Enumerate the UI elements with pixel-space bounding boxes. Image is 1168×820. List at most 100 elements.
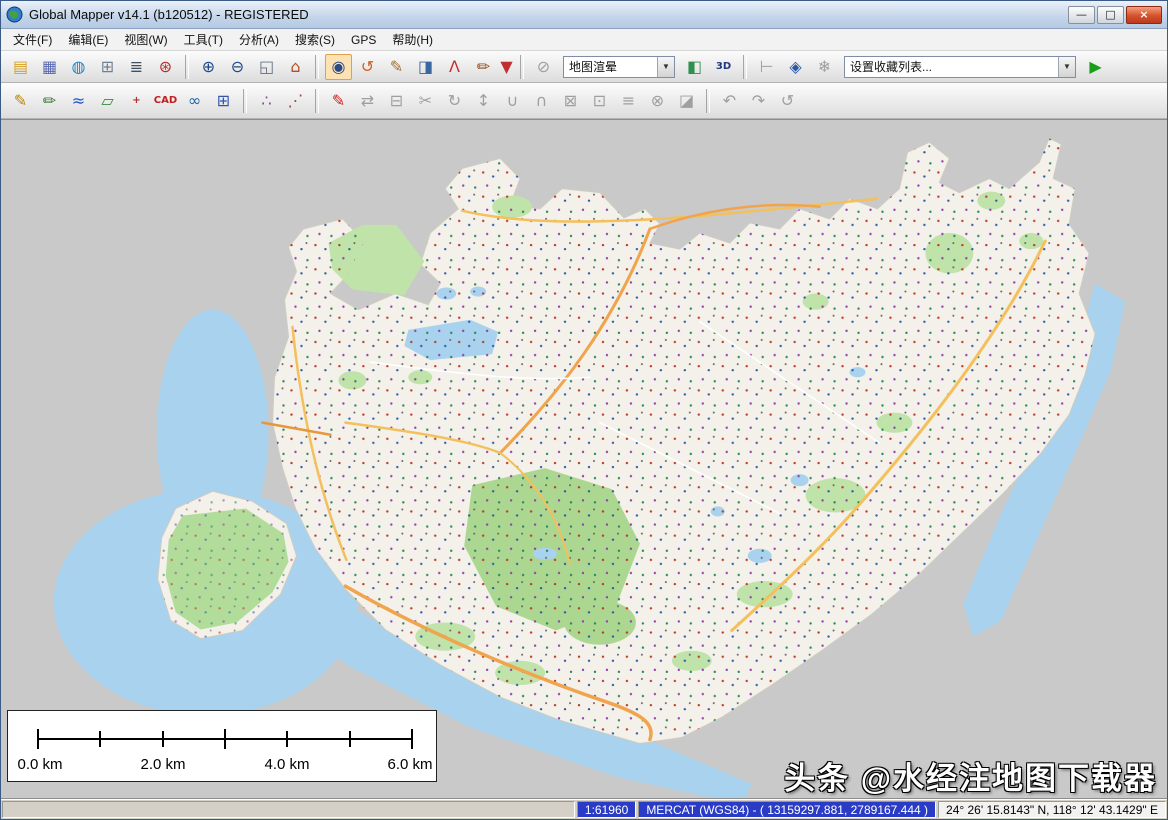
terrain-profile-button[interactable]: ⊢ xyxy=(753,54,780,80)
repeat-digitize-icon: ↺ xyxy=(780,90,795,110)
repeat-digitize-button[interactable]: ↺ xyxy=(774,88,801,114)
view-3d-button[interactable]: 3D xyxy=(710,54,737,80)
create-grid-button[interactable]: ⊞ xyxy=(210,88,237,114)
rotate-feature-icon: ↻ xyxy=(447,90,462,110)
copy-feature-button[interactable]: ⊟ xyxy=(383,88,410,114)
configuration-button[interactable]: ⊛ xyxy=(152,54,179,80)
zoom-window-button[interactable]: ◱ xyxy=(253,54,280,80)
status-message-segment xyxy=(2,801,575,818)
delete-feature-button[interactable]: ⊗ xyxy=(644,88,671,114)
sketch-tool-button[interactable]: ✎ xyxy=(325,88,352,114)
intersect-areas-button[interactable]: ∩ xyxy=(528,88,555,114)
status-bar: 1:61960 MERCAT (WGS84) - ( 13159297.881,… xyxy=(1,799,1167,819)
pan-tool-icon: ↺ xyxy=(360,56,375,76)
menu-item-edit[interactable]: 编辑(E) xyxy=(60,28,116,51)
combine-areas-button[interactable]: ∪ xyxy=(499,88,526,114)
overlay-control-center-button[interactable]: ≣ xyxy=(123,54,150,80)
menu-item-help[interactable]: 帮助(H) xyxy=(384,28,441,51)
toolbar-separator xyxy=(743,54,747,79)
shader-combo-value: 地图渲晕 xyxy=(569,60,618,74)
pan-tool-button[interactable]: ↺ xyxy=(354,54,381,80)
open-file-icon: ▤ xyxy=(12,56,29,76)
chevron-down-icon[interactable]: ▼ xyxy=(657,56,674,77)
menu-item-gps[interactable]: GPS xyxy=(343,30,384,50)
full-extent-button[interactable]: ⌂ xyxy=(282,54,309,80)
scale-feature-button[interactable]: ↕ xyxy=(470,88,497,114)
menu-item-analysis[interactable]: 分析(A) xyxy=(231,28,287,51)
window-title: Global Mapper v14.1 (b120512) - REGISTER… xyxy=(29,7,309,22)
fly-through-icon: ◈ xyxy=(789,56,802,76)
application-window: Global Mapper v14.1 (b120512) - REGISTER… xyxy=(0,0,1168,820)
more-tools-dropdown-icon: ▼ xyxy=(500,56,513,76)
scale-label-0: 0.0 km xyxy=(17,756,62,773)
rotate-feature-button[interactable]: ↻ xyxy=(441,88,468,114)
intersect-areas-icon: ∩ xyxy=(535,90,548,110)
menu-item-tools[interactable]: 工具(T) xyxy=(176,28,231,51)
shader-options-icon: ◧ xyxy=(686,56,703,76)
create-line-feature-button[interactable]: ≈ xyxy=(65,88,92,114)
create-area-feature-button[interactable]: ▱ xyxy=(94,88,121,114)
measure-tool-button[interactable]: ✎ xyxy=(383,54,410,80)
online-data-button[interactable]: ◍ xyxy=(65,54,92,80)
crop-areas-button[interactable]: ⊠ xyxy=(557,88,584,114)
chevron-down-icon[interactable]: ▼ xyxy=(1058,56,1075,77)
zoom-in-button[interactable]: ⊕ xyxy=(195,54,222,80)
gps-tracking-button[interactable]: ⊘ xyxy=(530,54,557,80)
cut-feature-button[interactable]: ✂ xyxy=(412,88,439,114)
shader-options-button[interactable]: ◧ xyxy=(681,54,708,80)
create-buffer-button[interactable]: ∞ xyxy=(181,88,208,114)
path-profile-tool-button[interactable]: Λ xyxy=(441,54,468,80)
save-workspace-button[interactable]: ▦ xyxy=(36,54,63,80)
online-data-icon: ◍ xyxy=(71,56,86,76)
edit-attributes-button[interactable]: ≡ xyxy=(615,88,642,114)
vertex-tools-button[interactable]: ◪ xyxy=(673,88,700,114)
apply-favorite-icon: ▶ xyxy=(1089,56,1102,76)
menu-item-search[interactable]: 搜索(S) xyxy=(287,28,343,51)
status-scale: 1:61960 xyxy=(576,801,637,818)
title-bar: Global Mapper v14.1 (b120512) - REGISTER… xyxy=(1,1,1167,29)
close-button[interactable]: × xyxy=(1126,5,1162,24)
favorites-combo[interactable]: 设置收藏列表... ▼ xyxy=(844,55,1076,78)
create-point-feature-button[interactable]: + xyxy=(123,88,150,114)
edit-vertices-button[interactable]: ✏ xyxy=(36,88,63,114)
digitizer-select-button[interactable]: ✎ xyxy=(7,88,34,114)
overlay-control-center-icon: ≣ xyxy=(129,56,144,76)
create-line-from-vertices-button[interactable]: ⋰ xyxy=(282,88,309,114)
toolbar-separator xyxy=(520,54,524,79)
move-feature-button[interactable]: ⇄ xyxy=(354,88,381,114)
menu-item-view[interactable]: 视图(W) xyxy=(116,28,175,51)
menu-item-file[interactable]: 文件(F) xyxy=(5,28,60,51)
map-canvas[interactable]: 0.0 km 2.0 km 4.0 km 6.0 km 头条 @水经注地图下载器 xyxy=(1,119,1167,799)
toolbar-separator xyxy=(706,88,710,113)
freeze-display-button[interactable]: ❄ xyxy=(811,54,838,80)
snap-vertex-button[interactable]: ⊡ xyxy=(586,88,613,114)
feature-info-tool-icon: ◨ xyxy=(417,56,434,76)
redo-digitize-icon: ↷ xyxy=(751,90,766,110)
create-cad-feature-button[interactable]: CAD xyxy=(152,88,179,114)
create-points-from-file-button[interactable]: ∴ xyxy=(253,88,280,114)
more-tools-dropdown-button[interactable]: ▼ xyxy=(499,54,514,80)
open-data-file-button[interactable]: ⊞ xyxy=(94,54,121,80)
apply-favorite-button[interactable]: ▶ xyxy=(1082,54,1109,80)
feature-info-tool-button[interactable]: ◨ xyxy=(412,54,439,80)
redo-digitize-button[interactable]: ↷ xyxy=(745,88,772,114)
minimize-button[interactable]: — xyxy=(1068,5,1095,24)
digitizer-tool-button[interactable]: ✏ xyxy=(470,54,497,80)
save-workspace-icon: ▦ xyxy=(41,56,58,76)
toolbar-separator xyxy=(185,54,189,79)
open-file-button[interactable]: ▤ xyxy=(7,54,34,80)
map-render xyxy=(1,120,1167,798)
undo-digitize-button[interactable]: ↶ xyxy=(716,88,743,114)
create-cad-feature-icon: CAD xyxy=(153,94,178,106)
fly-through-button[interactable]: ◈ xyxy=(782,54,809,80)
zoom-tool-button[interactable]: ◉ xyxy=(325,53,352,80)
edit-attributes-icon: ≡ xyxy=(621,90,636,110)
gps-tracking-icon: ⊘ xyxy=(536,56,551,76)
zoom-out-button[interactable]: ⊖ xyxy=(224,54,251,80)
maximize-button[interactable]: □ xyxy=(1097,5,1124,24)
watermark-text: 头条 @水经注地图下载器 xyxy=(784,761,1157,796)
edit-vertices-icon: ✏ xyxy=(42,90,57,110)
menu-bar: 文件(F) 编辑(E) 视图(W) 工具(T) 分析(A) 搜索(S) GPS 帮助(H) xyxy=(1,29,1167,51)
status-projection: MERCAT (WGS84) - ( 13159297.881, 2789167… xyxy=(638,801,937,818)
shader-combo[interactable]: 地图渲晕 ▼ xyxy=(563,55,675,78)
